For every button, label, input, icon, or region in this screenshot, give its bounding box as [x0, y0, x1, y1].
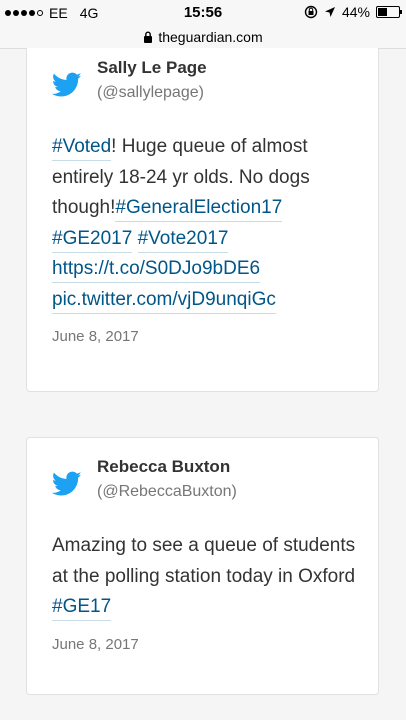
- url-text[interactable]: theguardian.com: [158, 29, 262, 45]
- embedded-tweet[interactable]: Sally Le Page (@sallylepage) #Voted! Hug…: [26, 48, 379, 392]
- status-right: 44%: [304, 4, 402, 20]
- author-name[interactable]: Rebecca Buxton: [97, 457, 230, 477]
- tweet-date[interactable]: June 8, 2017: [52, 328, 139, 345]
- hashtag-link[interactable]: #Vote2017: [137, 226, 229, 253]
- page-content: Sally Le Page (@sallylepage) #Voted! Hug…: [0, 48, 406, 720]
- lock-icon: [144, 31, 153, 43]
- twitter-bird-icon[interactable]: [52, 471, 82, 497]
- battery-percent: 44%: [341, 4, 370, 20]
- tweet-date[interactable]: June 8, 2017: [52, 636, 139, 653]
- author-handle[interactable]: (@sallylepage): [97, 84, 204, 102]
- hashtag-link[interactable]: #GeneralElection17: [115, 195, 283, 222]
- hashtag-link[interactable]: #GE17: [52, 594, 112, 621]
- rotation-lock-icon: [304, 5, 318, 19]
- battery-icon: [376, 6, 402, 18]
- author-handle[interactable]: (@RebeccaBuxton): [97, 483, 237, 501]
- author-name[interactable]: Sally Le Page: [97, 58, 207, 78]
- embedded-tweet[interactable]: Rebecca Buxton (@RebeccaBuxton) Amazing …: [26, 437, 379, 695]
- location-arrow-icon: [324, 7, 335, 17]
- url-link[interactable]: https://t.co/S0DJo9bDE6: [52, 256, 261, 283]
- twitter-bird-icon[interactable]: [52, 72, 82, 98]
- tweet-text: #Voted! Huge queue of almost entirely 18…: [52, 132, 364, 315]
- hashtag-link[interactable]: #Voted: [52, 134, 112, 161]
- tweet-text: Amazing to see a queue of students at th…: [52, 531, 364, 623]
- image-link[interactable]: pic.twitter.com/vjD9unqiGc: [52, 287, 276, 314]
- hashtag-link[interactable]: #GE2017: [52, 226, 133, 253]
- status-bar: EE 4G 15:56 44%: [0, 0, 406, 26]
- address-bar[interactable]: theguardian.com: [0, 26, 406, 49]
- tweet-text-segment: Amazing to see a queue of students at th…: [52, 535, 356, 587]
